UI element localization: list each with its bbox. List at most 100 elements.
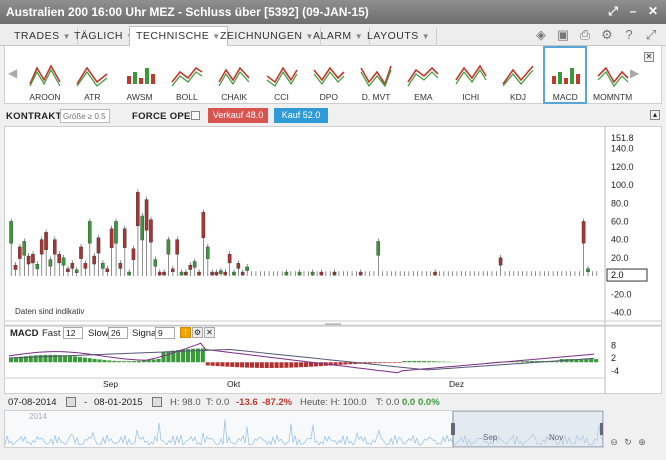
candle — [586, 268, 590, 272]
layers-icon[interactable]: ◈ — [534, 28, 548, 42]
macd-hist-bar — [407, 360, 412, 363]
ema-icon — [407, 66, 439, 87]
macd-fast-label: Fast — [42, 328, 61, 339]
macd-hist-bar — [87, 358, 92, 363]
to-date[interactable]: 08-01-2015 — [94, 397, 143, 408]
macd-hist-bar — [156, 358, 161, 363]
calendar-icon[interactable] — [152, 397, 162, 407]
window-title: Australien 200 16:00 Uhr MEZ - Schluss ü… — [6, 5, 369, 19]
macd-hist-bar — [431, 361, 436, 363]
indicator-ema[interactable]: EMA — [401, 48, 445, 102]
close-strip-icon[interactable]: ✕ — [644, 52, 654, 62]
macd-fast-input[interactable]: 12 — [63, 327, 83, 339]
status-bar: 07-08-2014 - 08-01-2015 H: 98.0 T: 0.0 -… — [8, 397, 440, 408]
macd-hist-bar — [402, 361, 407, 363]
macd-hist-bar — [387, 362, 392, 363]
indicator-label: DPO — [319, 92, 338, 102]
indicator-dmvt[interactable]: D. MVT — [354, 48, 398, 102]
collapse-icon[interactable]: ▴ — [650, 110, 660, 120]
size-input[interactable] — [60, 109, 110, 123]
navigator-controls: ⊖ ↻ ⊕ — [608, 436, 648, 448]
tab-layouts[interactable]: LAYOUTS ▼ — [361, 27, 438, 46]
macd-hist-bar — [264, 362, 269, 368]
candle — [35, 264, 40, 270]
indicator-ichi[interactable]: ICHI — [449, 48, 493, 102]
candle — [105, 268, 110, 272]
candle — [210, 271, 214, 276]
navigator-left-handle — [451, 423, 455, 435]
low-value: T: 0.0 — [206, 397, 230, 408]
macd-slow-input[interactable]: 26 — [108, 327, 128, 339]
macd-hist-bar — [343, 362, 348, 365]
candle — [433, 271, 437, 276]
candle — [127, 271, 131, 276]
candle — [201, 212, 206, 239]
dpo-icon — [313, 66, 345, 86]
minimize-icon[interactable]: – — [626, 4, 640, 18]
zoom-in-icon[interactable]: ⊕ — [636, 436, 648, 448]
indicator-label: CCI — [274, 92, 289, 102]
indicator-momntm[interactable]: MOMNTM — [591, 48, 635, 102]
indicator-cci[interactable]: CCI — [260, 48, 304, 102]
scroll-right-icon[interactable]: ▶ — [630, 66, 639, 80]
refresh-icon[interactable]: ↻ — [622, 436, 634, 448]
candle — [136, 192, 140, 227]
main-chart[interactable]: 151.8140.0 120.0 100.0 80.0 60.0 40.0 20.0 2.0 -… — [5, 127, 661, 393]
indicator-label: ATR — [84, 92, 101, 102]
candle — [9, 221, 13, 244]
delete-icon[interactable]: ✕ — [204, 327, 215, 338]
macd-hist-bar — [417, 361, 422, 363]
momntm-icon — [597, 66, 629, 88]
indicator-aroon[interactable]: AROON — [23, 48, 67, 102]
indicator-boll[interactable]: BOLL — [165, 48, 209, 102]
buy-button[interactable]: Kauf 52.0 — [274, 108, 328, 123]
candle — [319, 271, 324, 276]
candle — [205, 246, 210, 259]
calendar-icon[interactable] — [66, 397, 76, 407]
expand-icon[interactable]: ⤢ — [606, 4, 620, 18]
force-open-label: FORCE OPEN — [132, 111, 198, 122]
print-icon[interactable]: ⎙ — [578, 28, 592, 42]
indicator-dpo[interactable]: DPO — [307, 48, 351, 102]
indicator-awsm[interactable]: AWSM — [118, 48, 162, 102]
indicator-kdj[interactable]: KDJ — [496, 48, 540, 102]
help-icon[interactable]: ? — [622, 28, 636, 42]
navigator-month-label: Sep — [483, 433, 498, 442]
image-icon[interactable]: ▣ — [556, 28, 570, 42]
navigator-chart[interactable] — [5, 411, 603, 447]
scroll-left-icon[interactable]: ◀ — [8, 66, 17, 80]
macd-hist-bar — [68, 355, 73, 363]
macd-hist-bar — [63, 355, 68, 363]
candle — [179, 271, 184, 276]
macd-hist-bar — [397, 362, 402, 363]
from-date[interactable]: 07-08-2014 — [8, 397, 57, 408]
macd-hist-bar — [304, 362, 309, 367]
macd-signal-input[interactable]: 9 — [155, 327, 175, 339]
indicator-chaik[interactable]: CHAIK — [212, 48, 256, 102]
indicator-strip: ◀ AROON ATR AWSM BOLL CHAIK CCI DPO D. MVT EMA IC… — [4, 46, 662, 104]
indicator-atr[interactable]: ATR — [70, 48, 114, 102]
tab-zeichnungen[interactable]: ZEICHNUNGEN ▼ — [214, 27, 321, 46]
candle — [376, 241, 380, 256]
macd-hist-bar — [289, 362, 294, 368]
close-icon[interactable]: ✕ — [646, 4, 660, 18]
macd-hist-bar — [269, 362, 274, 368]
force-open-checkbox[interactable] — [191, 111, 200, 120]
sell-button[interactable]: Verkauf 48.0 — [208, 108, 268, 123]
range-navigator[interactable]: 2014 Sep Nov — [4, 410, 604, 448]
zoom-out-icon[interactable]: ⊖ — [608, 436, 620, 448]
fullscreen-icon[interactable]: ⤢ — [644, 28, 658, 42]
candle — [101, 263, 105, 269]
macd-hist-bar — [82, 357, 87, 363]
macd-hist-bar — [377, 362, 382, 364]
indicator-macd[interactable]: MACD — [543, 46, 588, 104]
warning-icon[interactable]: ! — [180, 327, 191, 338]
macd-hist-bar — [382, 362, 387, 363]
tab-technische[interactable]: TECHNISCHE ▼ — [129, 26, 228, 47]
gear-icon[interactable]: ⚙ — [600, 28, 614, 42]
macd-hist-bar — [225, 362, 230, 367]
macd-icon — [552, 68, 581, 84]
settings-icon[interactable]: ⚙ — [192, 327, 203, 338]
chart-area[interactable]: 151.8140.0 120.0 100.0 80.0 60.0 40.0 20.0 2.0 -… — [4, 126, 662, 394]
y-tick-label: 60.0 — [611, 216, 629, 226]
